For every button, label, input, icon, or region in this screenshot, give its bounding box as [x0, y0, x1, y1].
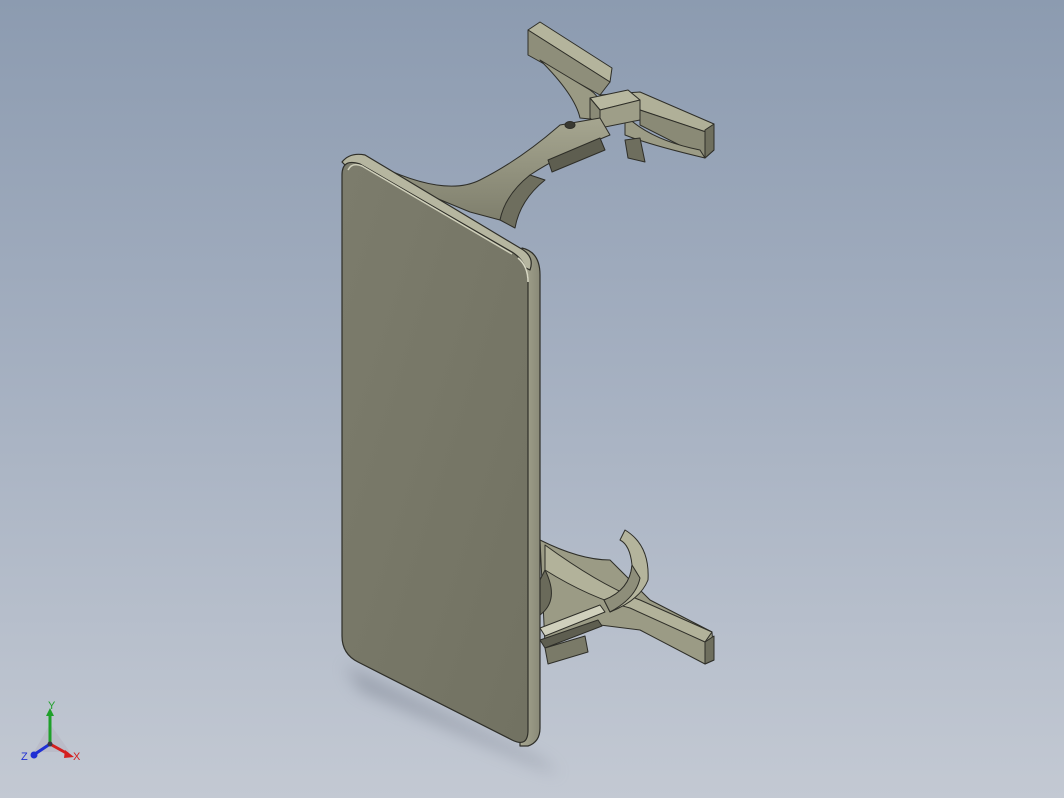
door-panel	[341, 153, 541, 747]
3d-graphics-viewport[interactable]: Y X Z	[0, 0, 1064, 798]
x-axis-label: X	[73, 751, 81, 763]
cad-model-view[interactable]	[0, 0, 1064, 798]
bottom-bracket	[539, 529, 715, 665]
z-axis-dot	[30, 751, 38, 759]
y-axis-label: Y	[48, 700, 56, 712]
triad-plane	[34, 724, 70, 752]
z-axis-label: Z	[21, 751, 28, 763]
orientation-triad[interactable]: Y X Z	[18, 700, 88, 770]
triad-origin	[47, 741, 53, 747]
